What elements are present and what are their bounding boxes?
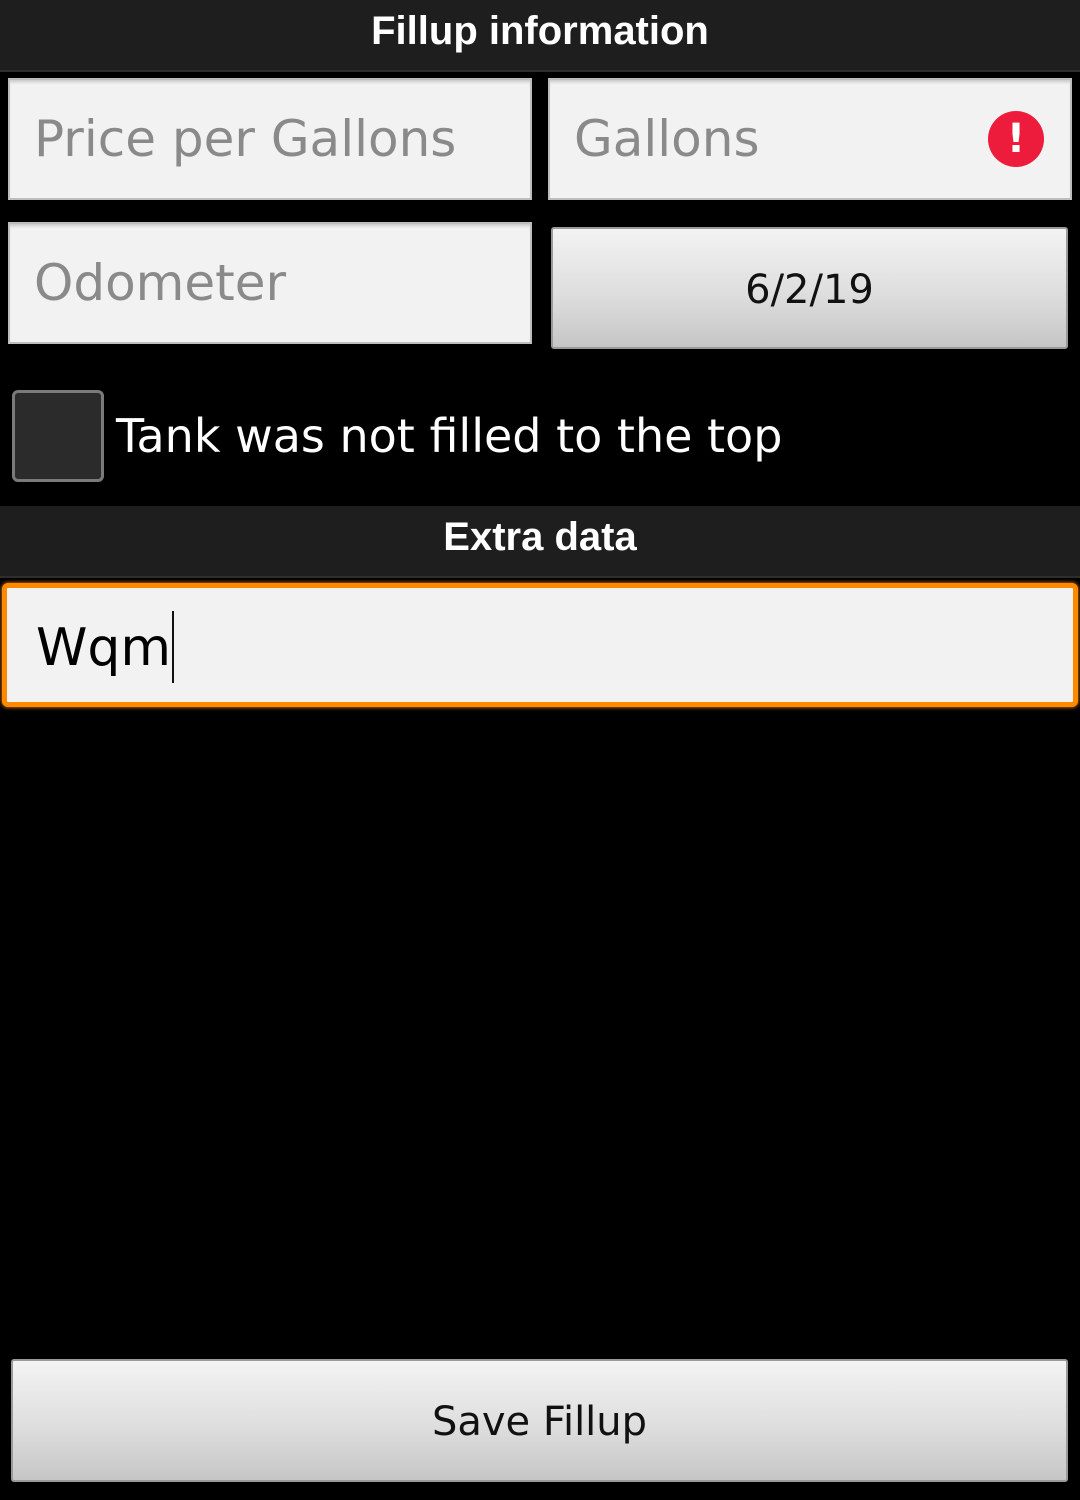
extra-data-field[interactable]: Wqm: [2, 583, 1078, 707]
gallons-field[interactable]: !: [548, 78, 1072, 200]
error-icon[interactable]: !: [988, 111, 1044, 167]
extra-data-text: Wqm: [36, 618, 172, 678]
date-button[interactable]: 6/2/19: [551, 227, 1068, 349]
extra-data-header: Extra data: [0, 506, 1080, 578]
price-per-gallons-input[interactable]: [10, 80, 530, 198]
tank-not-full-checkbox[interactable]: [12, 390, 104, 482]
price-per-gallons-field[interactable]: [8, 78, 532, 200]
save-fillup-button[interactable]: Save Fillup: [11, 1359, 1068, 1482]
odometer-field[interactable]: [8, 222, 532, 344]
text-cursor: [172, 611, 175, 683]
extra-data-value[interactable]: Wqm: [36, 611, 175, 683]
fillup-information-header: Fillup information: [0, 0, 1080, 72]
odometer-input[interactable]: [10, 224, 530, 342]
tank-not-full-label[interactable]: Tank was not filled to the top: [116, 404, 782, 468]
